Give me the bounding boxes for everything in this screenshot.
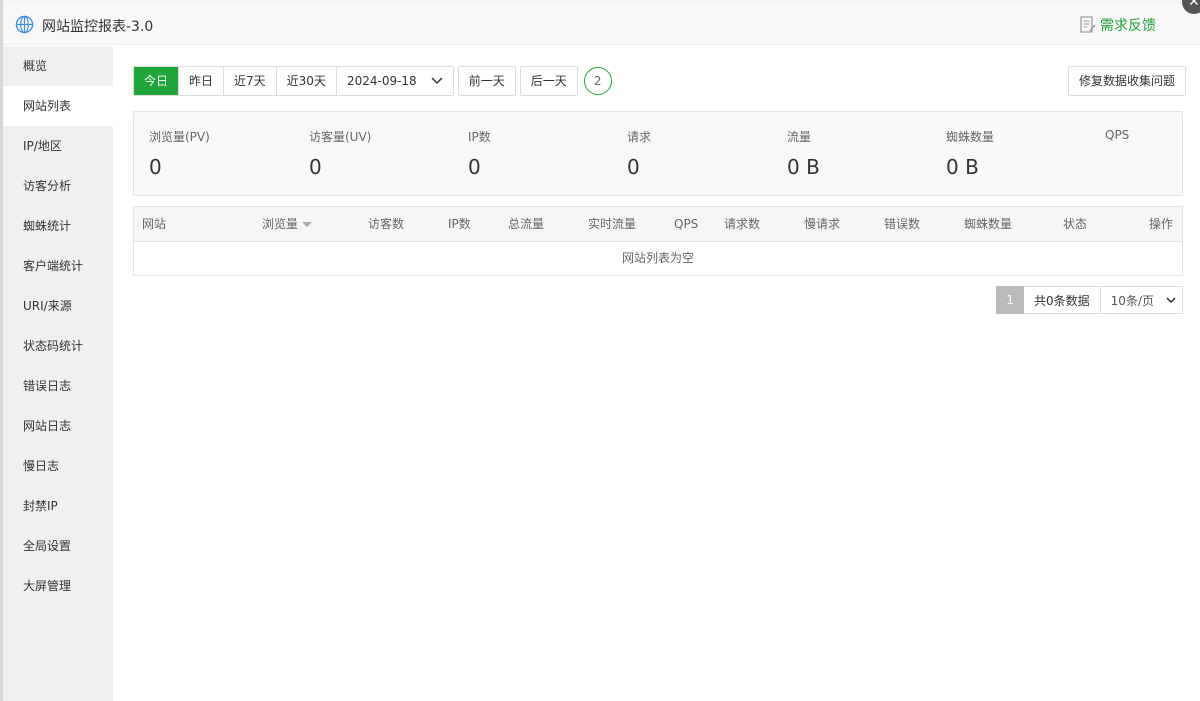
- range-30days-button[interactable]: 近30天: [276, 67, 337, 95]
- sidebar-item-site-log[interactable]: 网站日志: [3, 406, 113, 446]
- stat-value: 0 B: [946, 155, 979, 179]
- col-status: 状态: [1063, 217, 1088, 231]
- sidebar-item-spider-stats[interactable]: 蜘蛛统计: [3, 206, 113, 246]
- stat-value: 0 B: [787, 155, 820, 179]
- sidebar-item-status-code[interactable]: 状态码统计: [3, 326, 113, 366]
- range-yesterday-button[interactable]: 昨日: [179, 67, 225, 95]
- stat-label: 请求: [627, 130, 652, 144]
- auto-refresh-indicator[interactable]: 2: [583, 67, 612, 95]
- date-toolbar: 今日 昨日 近7天 近30天 2024-09-18 前一天 后一天 2: [133, 66, 612, 96]
- stat-value: 0: [149, 155, 162, 179]
- stat-label: IP数: [468, 130, 491, 144]
- col-site: 网站: [142, 217, 167, 231]
- sidebar-item-ip-region[interactable]: IP/地区: [3, 126, 113, 166]
- page-size-value: 10条/页: [1110, 293, 1154, 308]
- col-slow-requests: 慢请求: [804, 217, 841, 231]
- feedback-link[interactable]: 需求反馈: [1080, 15, 1156, 35]
- col-pv-label: 浏览量: [262, 217, 299, 231]
- total-count: 共0条数据: [1024, 286, 1101, 314]
- col-errors: 错误数: [884, 217, 921, 231]
- stat-pv: 浏览量(PV) 0: [149, 128, 210, 179]
- col-qps: QPS: [674, 217, 699, 231]
- range-7days-button[interactable]: 近7天: [224, 67, 277, 95]
- pagination: 1 共0条数据 10条/页: [996, 286, 1183, 314]
- stat-value: 0: [468, 155, 481, 179]
- col-requests: 请求数: [724, 217, 761, 231]
- title-bar: 网站监控报表-3.0 需求反馈: [3, 4, 1200, 45]
- stat-label: 蜘蛛数量: [946, 130, 995, 144]
- prev-day-button[interactable]: 前一天: [457, 66, 516, 96]
- sidebar-item-client-stats[interactable]: 客户端统计: [3, 246, 113, 286]
- sidebar: 概览 网站列表 IP/地区 访客分析 蜘蛛统计 客户端统计 URI/来源 状态码…: [3, 46, 113, 701]
- stat-label: 流量: [787, 130, 812, 144]
- col-total-traffic: 总流量: [508, 217, 545, 231]
- sidebar-item-visitor-analysis[interactable]: 访客分析: [3, 166, 113, 206]
- date-picker[interactable]: 2024-09-18: [336, 67, 453, 95]
- sidebar-item-site-list[interactable]: 网站列表: [3, 86, 113, 126]
- next-day-button[interactable]: 后一天: [519, 66, 578, 96]
- col-visitors: 访客数: [368, 217, 405, 231]
- table-header: 网站 浏览量 访客数 IP数 总流量 实时流量 QPS 请求数 慢请求 错误数 …: [134, 207, 1182, 242]
- stat-spiders: 蜘蛛数量 0 B: [946, 128, 994, 179]
- sidebar-item-slow-log[interactable]: 慢日志: [3, 446, 113, 486]
- col-ip: IP数: [448, 217, 471, 231]
- sidebar-item-uri-source[interactable]: URI/来源: [3, 286, 113, 326]
- col-realtime-traffic: 实时流量: [588, 217, 637, 231]
- report-window: 网站监控报表-3.0 需求反馈 概览 网站列表 IP/地区 访客分析 蜘蛛统计 …: [3, 4, 1200, 701]
- range-selector: 今日 昨日 近7天 近30天 2024-09-18: [133, 66, 454, 96]
- col-spiders: 蜘蛛数量: [964, 217, 1013, 231]
- globe-icon: [15, 15, 34, 34]
- stat-requests: 请求 0: [627, 128, 651, 179]
- feedback-label: 需求反馈: [1100, 18, 1156, 34]
- stat-uv: 访客量(UV) 0: [309, 128, 371, 179]
- page-size-select[interactable]: 10条/页: [1100, 286, 1183, 314]
- site-table: 网站 浏览量 访客数 IP数 总流量 实时流量 QPS 请求数 慢请求 错误数 …: [133, 206, 1183, 276]
- sidebar-item-big-screen[interactable]: 大屏管理: [3, 566, 113, 606]
- sidebar-item-overview[interactable]: 概览: [3, 46, 113, 86]
- document-edit-icon: [1080, 16, 1096, 33]
- chevron-down-icon: [1166, 296, 1176, 303]
- fix-data-collection-button[interactable]: 修复数据收集问题: [1067, 66, 1186, 96]
- sort-down-icon[interactable]: [302, 222, 313, 227]
- chevron-down-icon: [431, 77, 443, 85]
- stat-value: 0: [309, 155, 322, 179]
- sidebar-item-global-settings[interactable]: 全局设置: [3, 526, 113, 566]
- stat-qps: QPS: [1105, 128, 1129, 152]
- stat-label: QPS: [1105, 128, 1130, 142]
- date-value: 2024-09-18: [346, 74, 417, 88]
- empty-message: 网站列表为空: [621, 251, 694, 265]
- window-title: 网站监控报表-3.0: [42, 19, 154, 35]
- sidebar-item-banned-ip[interactable]: 封禁IP: [3, 486, 113, 526]
- stat-label: 访客量(UV): [309, 130, 372, 144]
- stat-label: 浏览量(PV): [149, 130, 210, 144]
- stat-ip: IP数 0: [468, 128, 491, 179]
- range-today-button[interactable]: 今日: [134, 67, 180, 95]
- stats-panel: 浏览量(PV) 0 访客量(UV) 0 IP数 0 请求 0 流量 0 B 蜘蛛…: [133, 111, 1183, 196]
- col-pv[interactable]: 浏览量: [262, 207, 313, 242]
- col-actions: 操作: [1149, 217, 1174, 231]
- sidebar-item-error-log[interactable]: 错误日志: [3, 366, 113, 406]
- stat-value: 0: [627, 155, 640, 179]
- page-number-button[interactable]: 1: [996, 286, 1025, 314]
- stat-traffic: 流量 0 B: [787, 128, 820, 179]
